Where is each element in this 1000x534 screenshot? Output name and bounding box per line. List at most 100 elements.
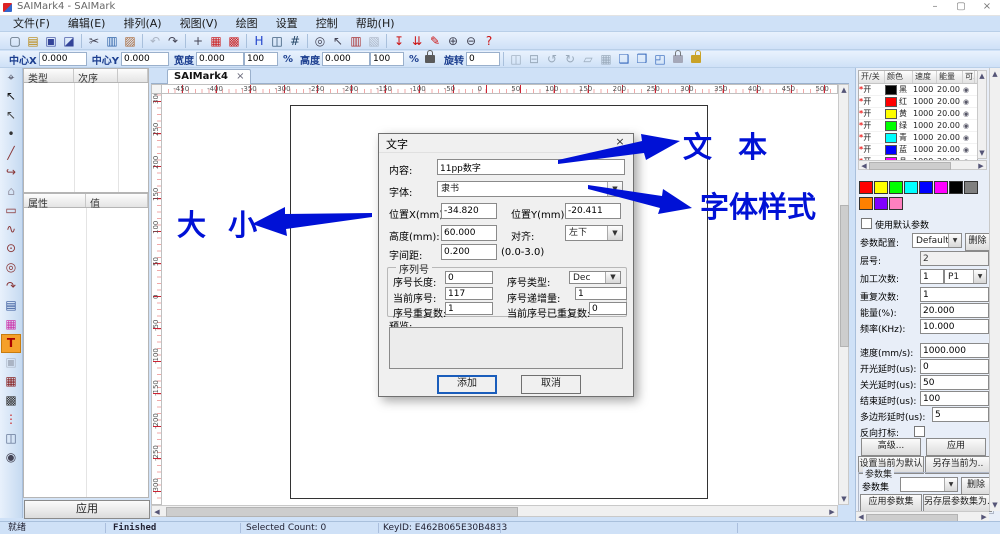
- type-column-header[interactable]: 类型: [24, 69, 74, 82]
- scroll-down-icon[interactable]: ▼: [990, 500, 1000, 510]
- layer-on-cell[interactable]: *开: [859, 108, 885, 119]
- save-as-icon[interactable]: ◪: [60, 33, 78, 49]
- layer-col-header[interactable]: 颜色: [885, 71, 913, 83]
- rotate-right-icon[interactable]: ↻: [561, 51, 579, 67]
- rotate-input[interactable]: [466, 52, 500, 66]
- mark-preview-icon[interactable]: ↧: [390, 33, 408, 49]
- hatch-icon[interactable]: ▦: [207, 33, 225, 49]
- menu-item-0[interactable]: 文件(F): [4, 16, 59, 31]
- layer-row[interactable]: *开黄100020.00◉: [859, 108, 977, 120]
- palette-swatch[interactable]: [889, 181, 903, 194]
- canvas-horizontal-scrollbar[interactable]: ◀ ▶: [151, 505, 838, 517]
- menu-item-4[interactable]: 绘图: [227, 16, 267, 31]
- palette-swatch[interactable]: [949, 181, 963, 194]
- order-column-header[interactable]: 次序: [74, 69, 118, 82]
- palette-swatch[interactable]: [934, 181, 948, 194]
- aspect-lock-icon[interactable]: [425, 55, 435, 63]
- lock-icon[interactable]: [673, 55, 683, 63]
- pos-x-input[interactable]: [441, 203, 497, 219]
- layer-color-swatch[interactable]: [885, 121, 897, 131]
- rotate-left-icon[interactable]: ↺: [543, 51, 561, 67]
- layer-color-swatch[interactable]: [885, 109, 897, 119]
- polyline-icon[interactable]: ↪: [1, 163, 21, 182]
- layer-col-header[interactable]: 开/关: [859, 71, 885, 83]
- calibrate-icon[interactable]: ▥: [347, 33, 365, 49]
- menu-item-3[interactable]: 视图(V): [171, 16, 227, 31]
- document-tab[interactable]: SAIMark4 ×: [167, 69, 251, 84]
- layer-table[interactable]: 开/关颜色速度能量可. *开黑100020.00◉*开红100020.00◉*开…: [858, 70, 978, 161]
- new-icon[interactable]: ▢: [6, 33, 24, 49]
- content-input[interactable]: [437, 159, 625, 175]
- transform-icon[interactable]: ▧: [365, 33, 383, 49]
- help-icon[interactable]: ?: [480, 33, 498, 49]
- delete-set-button[interactable]: 删除: [961, 477, 991, 495]
- circle-icon[interactable]: ⊙: [1, 239, 21, 258]
- serial-type-combo[interactable]: Dec▼: [569, 271, 621, 284]
- zoom-in-icon[interactable]: ⊕: [444, 33, 462, 49]
- point-icon[interactable]: •: [1, 125, 21, 144]
- ellipse-icon[interactable]: ◎: [1, 258, 21, 277]
- laser-on-delay-input[interactable]: [920, 359, 989, 374]
- undo-icon[interactable]: ↶: [146, 33, 164, 49]
- chevron-down-icon[interactable]: ▼: [607, 182, 622, 196]
- pen-combo[interactable]: P1▼: [944, 269, 987, 284]
- barcode-icon[interactable]: ▩: [1, 391, 21, 410]
- layer-col-header[interactable]: 能量: [937, 71, 963, 83]
- palette-swatch[interactable]: [919, 181, 933, 194]
- minimize-button[interactable]: –: [922, 0, 948, 14]
- menu-item-2[interactable]: 排列(A): [114, 16, 170, 31]
- zoom-out-icon[interactable]: ⊖: [462, 33, 480, 49]
- array-icon[interactable]: ▦: [597, 51, 615, 67]
- combine-icon[interactable]: ◰: [651, 51, 669, 67]
- save-set-as-button[interactable]: 另存层参数集为...: [923, 494, 992, 512]
- zoom-window-icon[interactable]: ◎: [311, 33, 329, 49]
- cut-icon[interactable]: ✂: [85, 33, 103, 49]
- line-icon[interactable]: ╱: [1, 144, 21, 163]
- palette-swatch[interactable]: [904, 181, 918, 194]
- spacing-input[interactable]: [441, 244, 497, 260]
- height-input[interactable]: [441, 225, 497, 241]
- menu-item-7[interactable]: 帮助(H): [347, 16, 404, 31]
- menu-item-1[interactable]: 编辑(E): [59, 16, 115, 31]
- object-list[interactable]: [23, 83, 149, 193]
- palette-swatch[interactable]: [859, 181, 873, 194]
- text-icon[interactable]: T: [1, 334, 21, 353]
- layer-color-swatch[interactable]: [885, 133, 897, 143]
- center-y-input[interactable]: [121, 52, 169, 66]
- pass-count-input[interactable]: [920, 269, 944, 284]
- layer-row[interactable]: *开青100020.00◉: [859, 132, 977, 144]
- copy-icon[interactable]: ▥: [103, 33, 121, 49]
- node-select-icon[interactable]: ↖: [1, 106, 21, 125]
- layer-color-swatch[interactable]: [885, 85, 897, 95]
- serial-current-input[interactable]: [445, 287, 493, 300]
- energy-input[interactable]: [920, 303, 989, 318]
- chevron-down-icon[interactable]: ▼: [948, 234, 961, 247]
- polygon-icon[interactable]: ⌂: [1, 182, 21, 201]
- close-button[interactable]: ×: [974, 0, 1000, 14]
- unlock-icon[interactable]: [691, 55, 701, 63]
- layer-color-swatch[interactable]: [885, 97, 897, 107]
- scroll-left-icon[interactable]: ◀: [859, 161, 869, 171]
- palette-swatch[interactable]: [889, 197, 903, 210]
- timer-icon[interactable]: ◉: [1, 448, 21, 467]
- layer-table-vscrollbar[interactable]: ▲ ▼: [977, 70, 987, 159]
- layer-row[interactable]: *开绿100020.00◉: [859, 120, 977, 132]
- chevron-down-icon[interactable]: ▼: [944, 478, 957, 491]
- scroll-down-icon[interactable]: ▼: [977, 148, 987, 158]
- extend-icon[interactable]: ◫: [1, 429, 21, 448]
- apply-params-button[interactable]: 应用: [926, 438, 986, 456]
- dialog-title-bar[interactable]: 文字 ×: [379, 134, 633, 153]
- layer-col-header[interactable]: 速度: [913, 71, 937, 83]
- redo-icon[interactable]: ↷: [164, 33, 182, 49]
- property-column-header[interactable]: 属性: [24, 194, 86, 207]
- property-list[interactable]: [23, 208, 149, 498]
- layer-row[interactable]: *开黑100020.00◉: [859, 84, 977, 96]
- maximize-button[interactable]: ▢: [948, 0, 974, 14]
- measure-icon[interactable]: #: [286, 33, 304, 49]
- height-input[interactable]: [322, 52, 370, 66]
- font-combo[interactable]: 隶书▼: [437, 181, 623, 197]
- ungroup-icon[interactable]: ❒: [633, 51, 651, 67]
- scroll-right-icon[interactable]: ▶: [827, 507, 837, 517]
- layer-on-cell[interactable]: *开: [859, 144, 885, 155]
- scroll-up-icon[interactable]: ▲: [977, 71, 987, 81]
